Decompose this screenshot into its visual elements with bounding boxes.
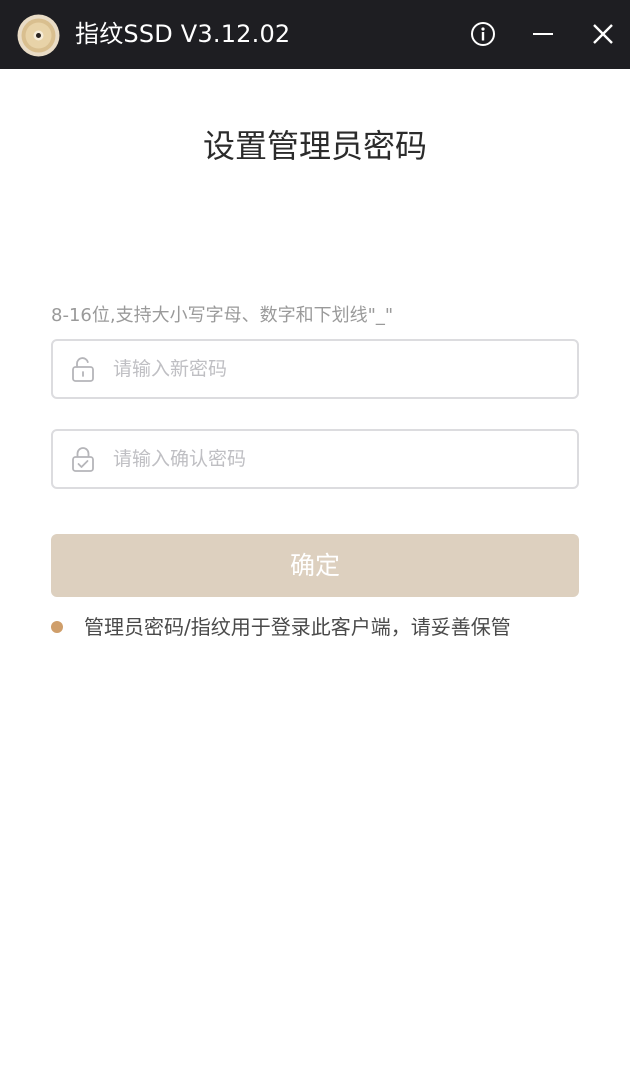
password-rule-hint: 8-16位,支持大小写字母、数字和下划线"_" xyxy=(51,305,394,326)
title-bar[interactable]: 指纹SSD V3.12.02 xyxy=(0,0,630,69)
new-password-field[interactable] xyxy=(51,339,579,399)
minimize-icon xyxy=(533,33,553,35)
lock-check-icon xyxy=(72,447,94,472)
new-password-input[interactable] xyxy=(113,341,563,397)
app-window: 指纹SSD V3.12.02 设置管理员密码 8-16位,支持大小写字母、数字和… xyxy=(0,0,630,1080)
page-title: 设置管理员密码 xyxy=(202,127,427,165)
window-title: 指纹SSD V3.12.02 xyxy=(75,20,291,48)
close-icon xyxy=(593,24,613,44)
confirm-button[interactable]: 确定 xyxy=(51,534,579,597)
security-note: 管理员密码/指纹用于登录此客户端，请妥善保管 xyxy=(84,615,511,639)
info-button[interactable] xyxy=(463,14,503,54)
confirm-password-field[interactable] xyxy=(51,429,579,489)
close-button[interactable] xyxy=(583,14,623,54)
unlock-icon xyxy=(72,357,94,382)
note-bullet xyxy=(51,621,63,633)
disc-logo-icon xyxy=(17,14,60,57)
minimize-button[interactable] xyxy=(523,14,563,54)
info-icon xyxy=(471,22,495,46)
confirm-password-input[interactable] xyxy=(113,431,563,487)
